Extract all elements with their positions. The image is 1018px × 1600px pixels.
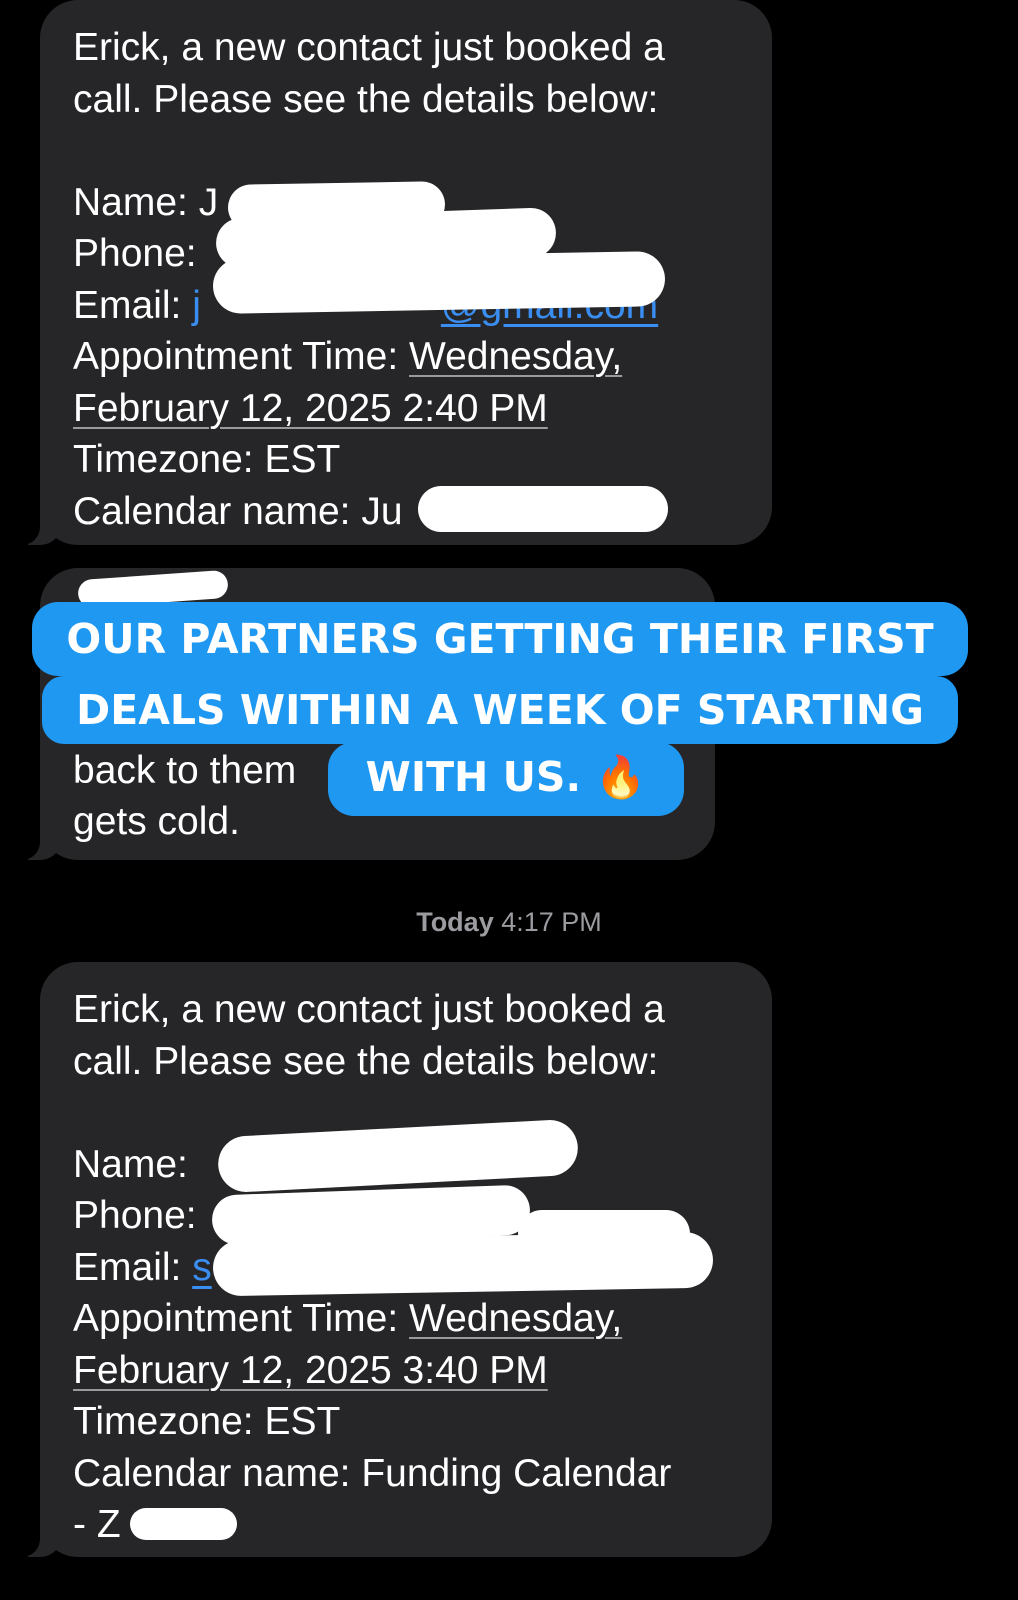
overlay-caption-text: WITH US. bbox=[365, 753, 582, 801]
appointment-date-row: February 12, 2025 2:40 PM bbox=[73, 383, 740, 435]
appointment-label: Appointment Time: bbox=[73, 1297, 409, 1340]
timestamp-day: Today bbox=[416, 907, 494, 937]
name-label: Name: bbox=[73, 1142, 188, 1186]
bubble-tail bbox=[18, 505, 62, 545]
name-label: Name: bbox=[73, 180, 199, 224]
email-label: Email: bbox=[73, 1245, 193, 1289]
email-label: Email: bbox=[73, 283, 193, 327]
name-value: J bbox=[198, 180, 219, 224]
appointment-date-link[interactable]: February 12, 2025 3:40 PM bbox=[73, 1349, 548, 1392]
message-intro-line: call. Please see the details below: bbox=[73, 77, 659, 121]
appointment-date-row: February 12, 2025 3:40 PM bbox=[73, 1345, 740, 1397]
redaction-mark bbox=[130, 1508, 237, 1540]
appointment-row: Appointment Time: Wednesday, bbox=[73, 331, 740, 383]
timestamp-time: 4:17 PM bbox=[501, 907, 602, 937]
message-intro-line: call. Please see the details below: bbox=[73, 1039, 659, 1083]
overlay-caption-line-1: OUR PARTNERS GETTING THEIR FIRST bbox=[32, 602, 968, 676]
timezone-row: Timezone: EST bbox=[73, 438, 341, 481]
phone-label: Phone: bbox=[73, 1194, 197, 1237]
appointment-date-link[interactable]: February 12, 2025 2:40 PM bbox=[73, 387, 548, 430]
fire-icon: 🔥 bbox=[595, 753, 647, 801]
appointment-day-link[interactable]: Wednesday, bbox=[409, 335, 622, 378]
calendar-label: Calendar name: bbox=[73, 489, 362, 533]
bubble-tail bbox=[18, 820, 62, 860]
overlay-caption-line-2: DEALS WITHIN A WEEK OF STARTING bbox=[42, 676, 958, 744]
email-link[interactable]: s bbox=[192, 1246, 212, 1289]
redaction-mark bbox=[212, 1231, 714, 1297]
redaction-mark bbox=[418, 486, 668, 532]
calendar-row: Calendar name: Funding Calendar bbox=[73, 1451, 672, 1495]
timezone-row: Timezone: EST bbox=[73, 1400, 341, 1443]
phone-label: Phone: bbox=[73, 232, 197, 275]
appointment-day-link[interactable]: Wednesday, bbox=[409, 1297, 622, 1340]
message-timestamp: Today 4:17 PM bbox=[0, 907, 1018, 938]
message-intro-line: Erick, a new contact just booked a bbox=[73, 988, 665, 1031]
overlay-caption-line-3: WITH US. 🔥 bbox=[328, 742, 684, 816]
calendar-value: Ju bbox=[361, 489, 403, 533]
appointment-label: Appointment Time: bbox=[73, 335, 409, 378]
appointment-row: Appointment Time: Wednesday, bbox=[73, 1293, 740, 1345]
message-intro-line: Erick, a new contact just booked a bbox=[73, 26, 665, 69]
bubble-tail bbox=[18, 1517, 62, 1557]
redaction-mark bbox=[212, 251, 666, 314]
